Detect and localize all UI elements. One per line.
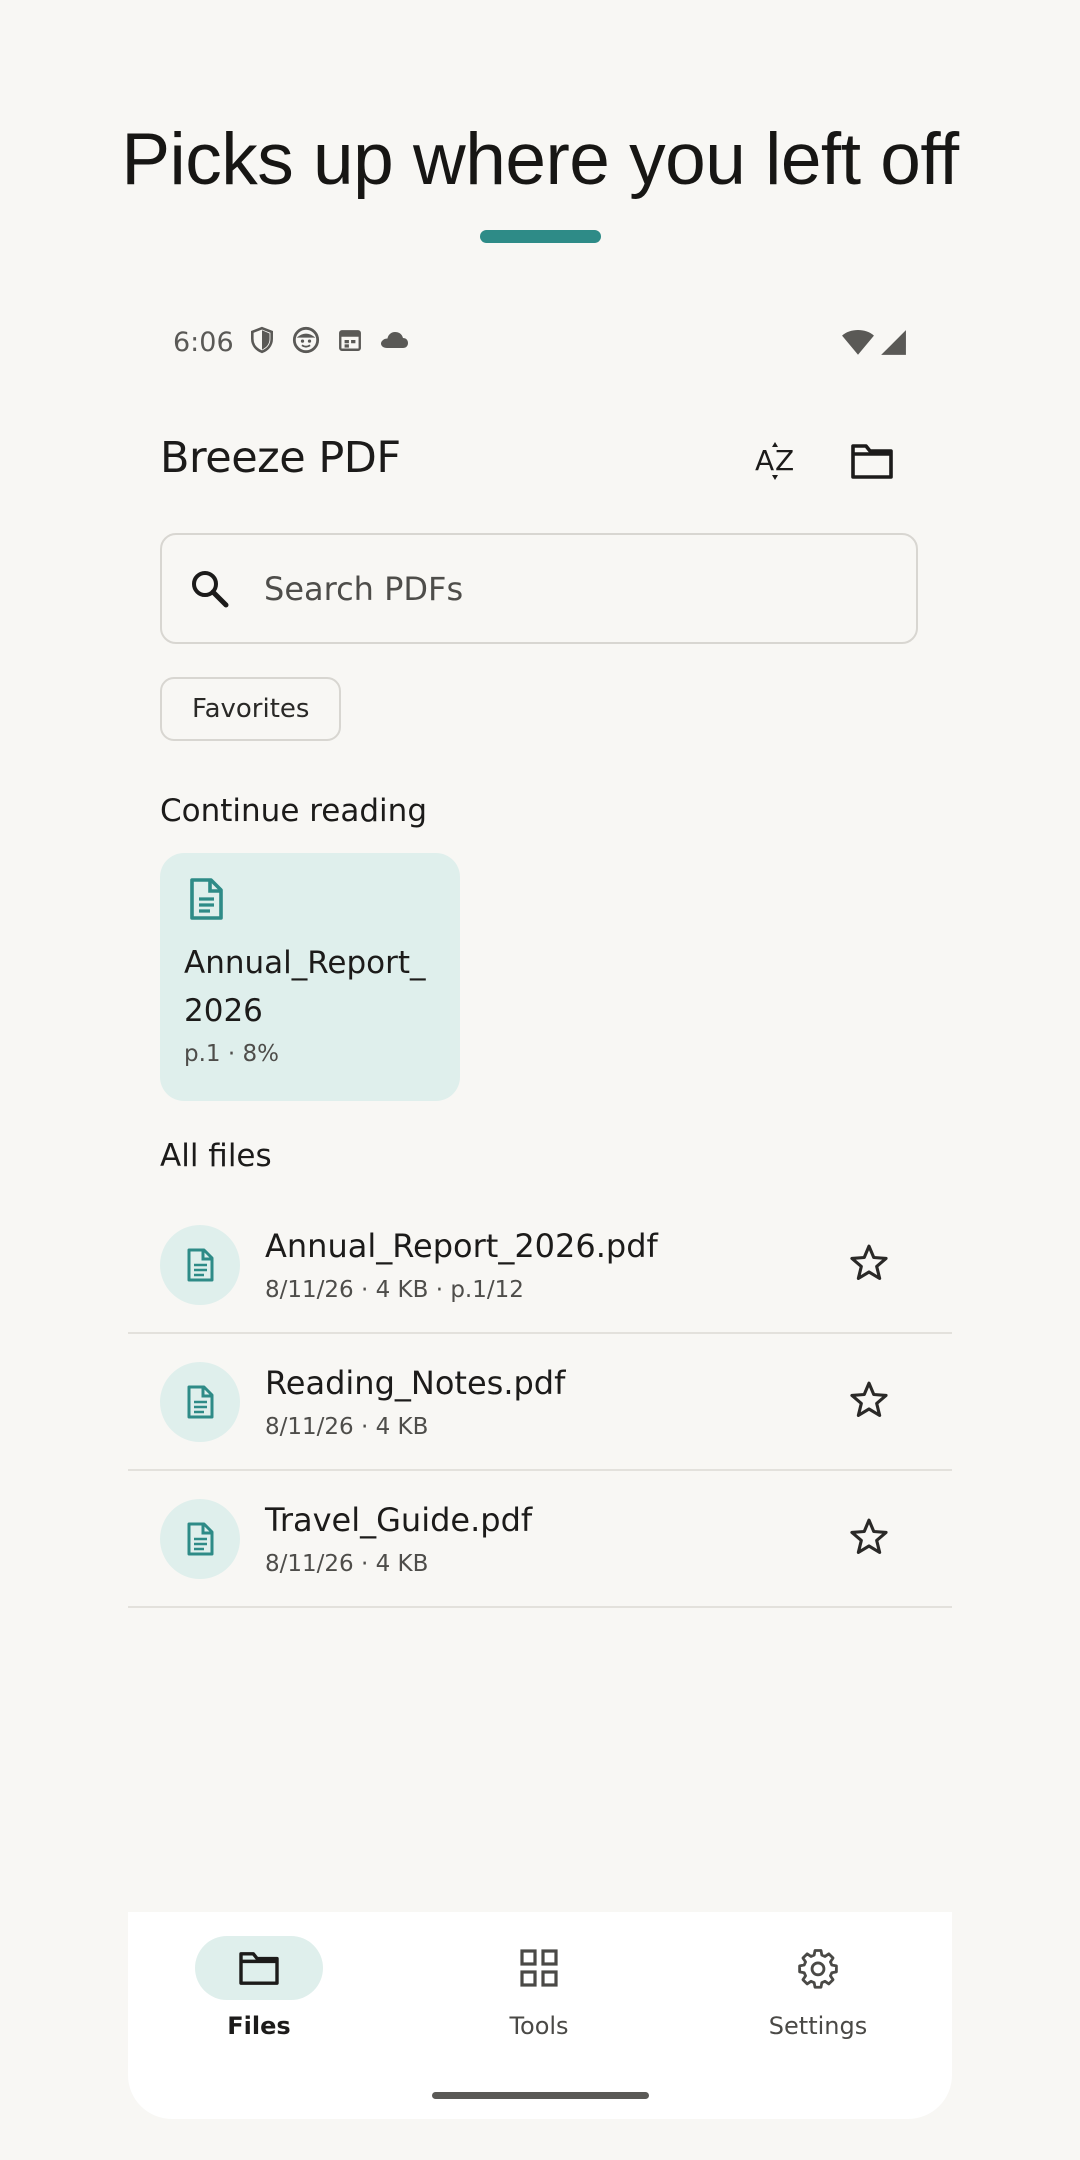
continue-reading-card[interactable]: Annual_Report_2026 p.1 · 8%: [160, 853, 460, 1101]
sort-button[interactable]: A Z: [746, 433, 806, 493]
list-item[interactable]: Reading_Notes.pdf 8/11/26 · 4 KB: [128, 1334, 952, 1471]
search-bar[interactable]: [160, 533, 918, 644]
file-name: Annual_Report_2026.pdf: [265, 1227, 658, 1265]
continue-reading-heading: Continue reading: [160, 793, 427, 829]
cloud-icon: [379, 325, 409, 355]
search-icon: [186, 565, 234, 613]
nav-indicator: [754, 1936, 882, 2000]
status-time: 6:06: [173, 327, 234, 358]
app-title: Breeze PDF: [160, 433, 401, 483]
svg-text:Z: Z: [775, 444, 794, 477]
document-icon: [184, 877, 228, 921]
folder-icon: [850, 442, 894, 485]
file-meta: 8/11/26 · 4 KB: [265, 1551, 429, 1577]
bottom-navigation: Files Tools Settings: [128, 1912, 952, 2119]
headline-accent-bar: [480, 230, 601, 243]
nav-indicator: [475, 1936, 603, 2000]
nav-item-tools[interactable]: Tools: [439, 1936, 639, 2040]
wifi-icon: [841, 327, 875, 362]
pdf-file-icon: [160, 1499, 240, 1579]
favorite-star-button[interactable]: [843, 1374, 895, 1426]
emoji-icon: [291, 325, 321, 355]
card-title: Annual_Report_2026: [184, 945, 426, 1029]
file-meta: 8/11/26 · 4 KB: [265, 1414, 429, 1440]
onboarding-headline: Picks up where you left off: [121, 119, 959, 200]
file-name: Reading_Notes.pdf: [265, 1364, 566, 1402]
file-meta: 8/11/26 · 4 KB · p.1/12: [265, 1277, 524, 1303]
signal-icon: [879, 328, 907, 361]
calendar-icon: [335, 325, 365, 355]
open-folder-button[interactable]: [842, 433, 902, 493]
status-connectivity: [841, 327, 907, 362]
home-indicator[interactable]: [432, 2092, 649, 2099]
star-icon: [850, 1381, 888, 1417]
phone-screen: 6:06 Breeze PDF A Z Search PDFs Favorite…: [128, 285, 952, 2119]
nav-label: Files: [227, 2012, 291, 2040]
sort-az-icon: A Z: [753, 438, 799, 489]
all-files-heading: All files: [160, 1138, 272, 1174]
card-progress: p.1 · 8%: [184, 1041, 279, 1067]
file-name: Travel_Guide.pdf: [265, 1501, 533, 1539]
nav-label: Tools: [509, 2012, 569, 2040]
list-item[interactable]: Annual_Report_2026.pdf 8/11/26 · 4 KB · …: [128, 1197, 952, 1334]
gear-icon: [798, 1949, 838, 1989]
status-notification-icons: [247, 325, 409, 355]
grid-icon: [520, 1949, 558, 1987]
file-list: Annual_Report_2026.pdf 8/11/26 · 4 KB · …: [128, 1197, 952, 1608]
favorites-filter-chip[interactable]: Favorites: [160, 677, 342, 741]
status-bar: 6:06: [173, 323, 907, 363]
search-input[interactable]: [264, 559, 884, 619]
nav-label: Settings: [768, 2012, 868, 2040]
nav-item-files[interactable]: Files: [159, 1936, 359, 2040]
star-icon: [850, 1244, 888, 1280]
list-item[interactable]: Travel_Guide.pdf 8/11/26 · 4 KB: [128, 1471, 952, 1608]
pdf-file-icon: [160, 1225, 240, 1305]
favorite-star-button[interactable]: [843, 1511, 895, 1563]
pdf-file-icon: [160, 1362, 240, 1442]
nav-indicator: [195, 1936, 323, 2000]
shield-icon: [247, 325, 277, 355]
nav-item-settings[interactable]: Settings: [718, 1936, 918, 2040]
svg-text:A: A: [755, 444, 774, 477]
star-icon: [850, 1518, 888, 1554]
favorite-star-button[interactable]: [843, 1237, 895, 1289]
folder-icon: [239, 1952, 279, 1985]
